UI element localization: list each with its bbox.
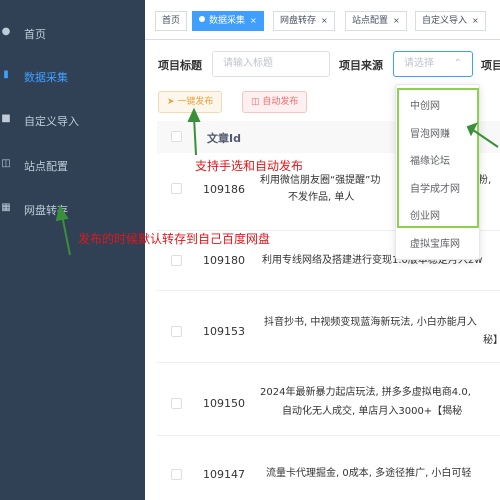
arrow-head	[466, 122, 479, 137]
arrow-line	[61, 214, 71, 256]
arrow-line	[193, 116, 197, 156]
arrow-line	[472, 129, 499, 148]
arrow-head	[187, 107, 201, 122]
annotation-arrows	[55, 107, 499, 256]
arrow-head	[55, 204, 69, 222]
